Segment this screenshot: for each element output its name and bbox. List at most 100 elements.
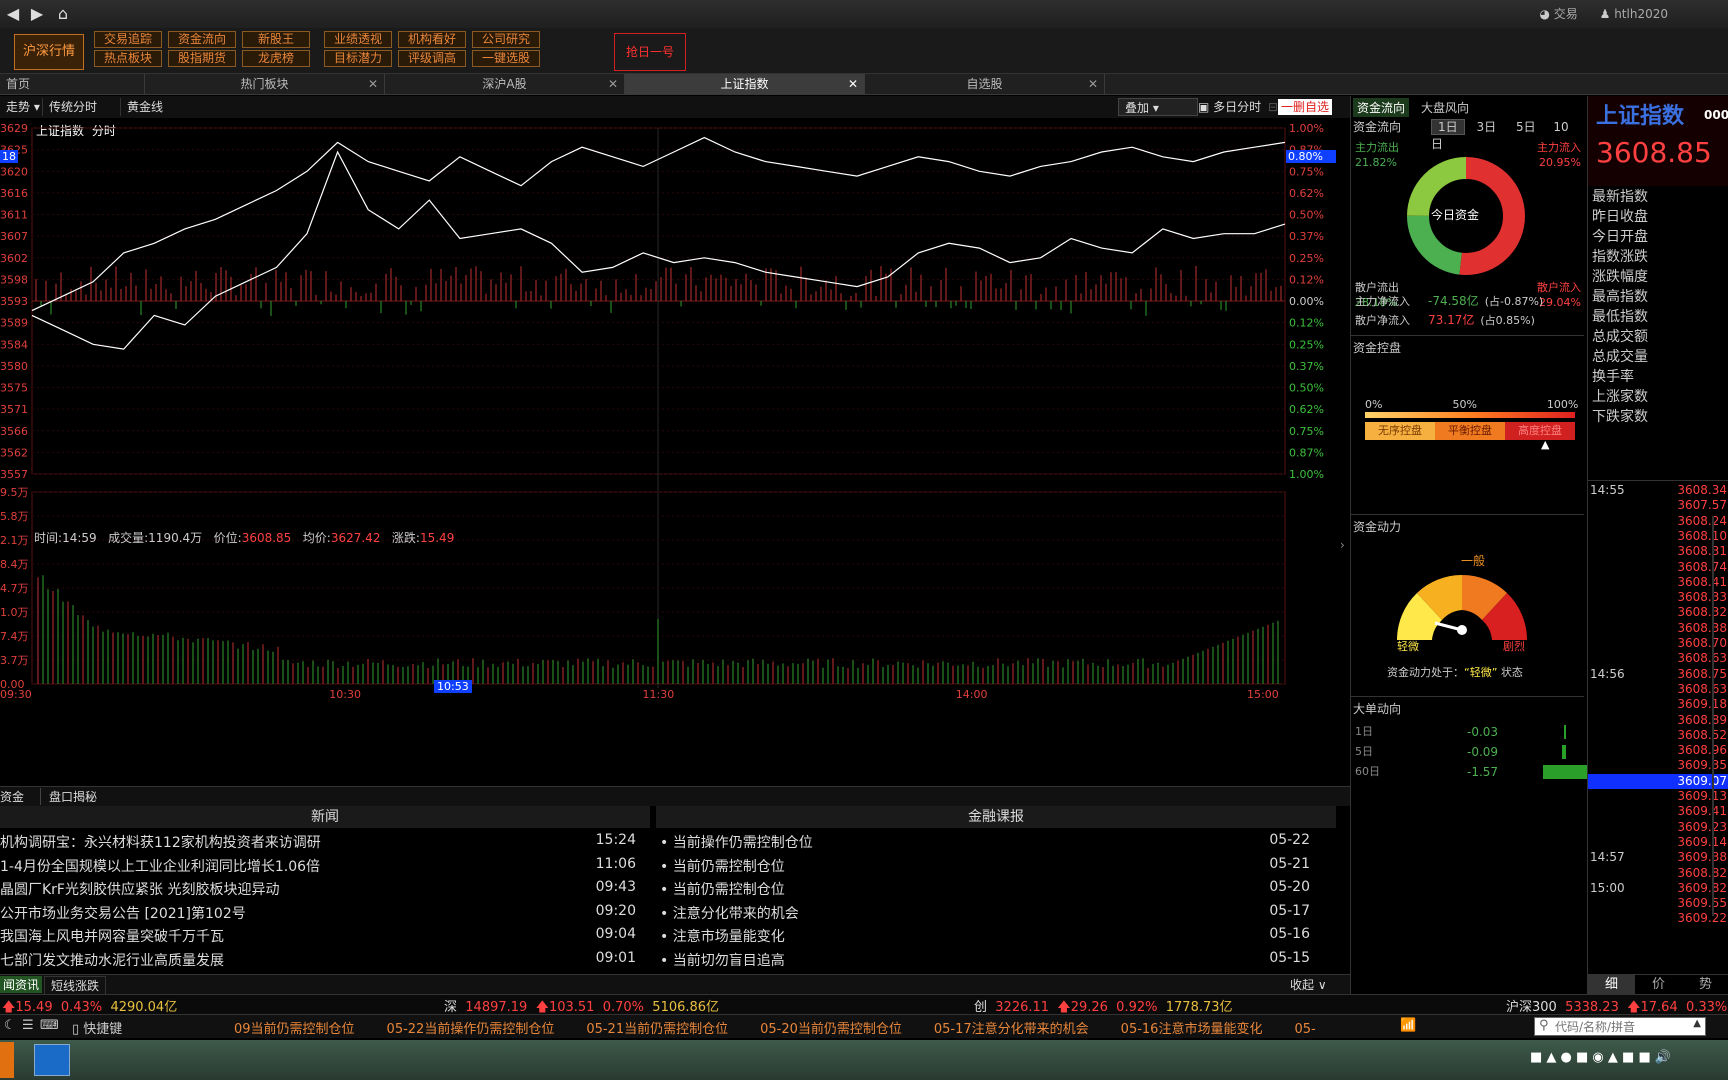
chart-svg[interactable]: 36291.00%36250.87%36200.75%36160.62%3611… — [0, 118, 1350, 786]
news-item[interactable]: 公开市场业务交易公告 [2021]第102号 09:20 — [0, 903, 650, 925]
menu-futures[interactable]: 股指期货 — [168, 50, 236, 67]
report-item[interactable]: • 当前仍需控制仓位 05-20 — [660, 879, 1320, 901]
trade-icon[interactable]: ◕ — [1539, 7, 1549, 21]
tick-row: 3608.31 — [1677, 544, 1727, 559]
menu-one-click-pick[interactable]: 一键选股 — [472, 50, 540, 67]
user-name[interactable]: htlh2020 — [1614, 7, 1668, 21]
trend-dropdown[interactable]: 走势 ▾ — [0, 98, 46, 116]
quote-field-label: 最新指数 — [1592, 189, 1648, 205]
multi-day-toggle[interactable]: ▣ 多日分时 — [1192, 98, 1267, 116]
red-promo-button[interactable]: 抢日一号 — [614, 33, 686, 71]
ticker-item[interactable]: 05-21当前仍需控制仓位 — [586, 1022, 728, 1037]
quote-field-label: 总成交量 — [1592, 349, 1648, 365]
tab-sh-index[interactable]: 上证指数 ✕ — [625, 74, 865, 94]
menu-new-stock[interactable]: 新股王 — [242, 31, 310, 48]
ticker-item[interactable]: 05- — [1294, 1022, 1315, 1037]
menu-performance[interactable]: 业绩透视 — [324, 31, 392, 48]
close-icon[interactable]: ✕ — [848, 74, 858, 94]
forward-icon[interactable]: ▶ — [26, 4, 48, 24]
expand-arrow-icon[interactable]: › — [1340, 538, 1345, 552]
report-header: 金融课报 — [656, 806, 1336, 828]
y-tick-label: 3571 — [0, 403, 28, 416]
news-area: 资金 盘口揭秘 新闻 金融课报 机构调研宝：永兴材料获112家机构投资者来访调研… — [0, 786, 1350, 995]
hs-market-button[interactable]: 沪深行情 — [14, 34, 84, 70]
chart-info-line: 时间:14:59 成交量:1190.4万 价位:3608.85 均价:3627.… — [34, 531, 455, 545]
tab-short-term[interactable]: 短线涨跌 — [44, 976, 107, 995]
tick-scrollbar[interactable] — [1712, 516, 1714, 916]
ticker-item[interactable]: 09当前仍需控制仓位 — [234, 1022, 355, 1037]
search-icon: ⚲ — [1539, 1018, 1549, 1033]
news-item[interactable]: 七部门发文推动水泥行业高质量发展 09:01 — [0, 950, 650, 972]
app-taskbar-icon[interactable] — [34, 1044, 70, 1076]
ticker-item[interactable]: 05-17注意分化带来的机会 — [934, 1022, 1089, 1037]
tab-market-wind[interactable]: 大盘风向 — [1417, 98, 1473, 117]
tab-capital-flow[interactable]: 资金流向 — [1353, 98, 1410, 117]
period-5d[interactable]: 5日 — [1508, 120, 1544, 134]
tab-price[interactable]: 价 — [1635, 975, 1682, 994]
menu-trade-track[interactable]: 交易追踪 — [94, 31, 162, 48]
tab-news[interactable]: 闻资讯 — [0, 976, 43, 993]
menu-target-potential[interactable]: 目标潜力 — [324, 50, 392, 67]
tab-trend[interactable]: 势 — [1682, 975, 1728, 994]
news-item[interactable]: 机构调研宝：永兴材料获112家机构投资者来访调研 15:24 — [0, 832, 650, 854]
moon-icon[interactable]: ☾ — [4, 1018, 16, 1033]
menu-rating-up[interactable]: 评级调高 — [398, 50, 466, 67]
ticker-scroll[interactable]: 09当前仍需控制仓位 05-22当前操作仍需控制仓位 05-21当前仍需控制仓位 05… — [234, 1018, 1394, 1038]
tab-handicap[interactable]: 盘口揭秘 — [40, 788, 97, 805]
tick-list: 14:55 3608.34 3607.57 3608.24 3608.10 3608.31… — [1588, 482, 1728, 990]
keyboard-icon[interactable]: ⌨ — [40, 1018, 59, 1033]
menu-dragon-tiger[interactable]: 龙虎榜 — [242, 50, 310, 67]
menu-hot-sector[interactable]: 热点板块 — [94, 50, 162, 67]
tab-home[interactable]: 首页 — [0, 74, 145, 94]
tab-detail[interactable]: 细 — [1588, 975, 1635, 994]
close-icon[interactable]: ✕ — [368, 74, 378, 94]
menu-company-research[interactable]: 公司研究 — [472, 31, 540, 48]
menu-capital-flow[interactable]: 资金流向 — [168, 31, 236, 48]
close-icon[interactable]: ✕ — [1088, 74, 1098, 94]
traditional-button[interactable]: 传统分时 — [42, 98, 103, 116]
report-item[interactable]: • 当前切勿盲目追高 05-15 — [660, 950, 1320, 972]
pct-tick-label: 1.00% — [1289, 468, 1324, 481]
tab-watchlist[interactable]: 自选股 ✕ — [865, 74, 1105, 94]
tray-icons[interactable]: ■ ▲ ● ■ ◉ ▲ ■ ■ 🔊 — [1530, 1050, 1671, 1065]
period-1d[interactable]: 1日 — [1431, 119, 1465, 135]
news-item[interactable]: 1-4月份全国规模以上工业企业利润同比增长1.06倍 11:06 — [0, 856, 650, 878]
ticker-item[interactable]: 05-16注意市场量能变化 — [1121, 1022, 1263, 1037]
report-item[interactable]: • 注意分化带来的机会 05-17 — [660, 903, 1320, 925]
close-icon[interactable]: ✕ — [608, 74, 618, 94]
delete-watchlist-button[interactable]: 一删自选 — [1278, 99, 1333, 115]
tab-a-shares[interactable]: 深沪A股 ✕ — [385, 74, 625, 94]
overlay-dropdown[interactable]: 叠加 ▾ — [1118, 98, 1198, 116]
trade-link[interactable]: 交易 — [1554, 7, 1578, 21]
big-order-list: 1日 -0.03 5日 -0.09 60日 -1.57 — [1355, 722, 1588, 782]
report-item[interactable]: • 当前仍需控制仓位 05-21 — [660, 856, 1320, 878]
back-icon[interactable]: ◀ — [2, 4, 24, 24]
collapse-button[interactable]: 收起 ∨ — [1290, 976, 1327, 993]
report-item[interactable]: • 注意市场量能变化 05-16 — [660, 926, 1320, 948]
home-icon[interactable]: ⌂ — [52, 4, 74, 24]
report-item[interactable]: • 当前操作仍需控制仓位 05-22 — [660, 832, 1320, 854]
news-item[interactable]: 晶圆厂KrF光刻胶供应紧张 光刻胶板块迎异动 09:43 — [0, 879, 650, 901]
y-tick-label: 3607 — [0, 230, 28, 243]
ticker-item[interactable]: 05-22当前操作仍需控制仓位 — [387, 1022, 555, 1037]
search-box[interactable]: ⚲ ▲ — [1534, 1017, 1706, 1036]
pct-tick-label: 0.37% — [1289, 230, 1324, 243]
menu-institution[interactable]: 机构看好 — [398, 31, 466, 48]
tab-hot-sector[interactable]: 热门板块 ✕ — [145, 74, 385, 94]
intraday-chart[interactable]: 上证指数 分时 36291.00%36250.87%36200.75%36160… — [0, 118, 1350, 786]
golden-line-button[interactable]: 黄金线 — [120, 98, 169, 116]
menu-icon[interactable]: ☰ — [22, 1018, 34, 1033]
ticker-item[interactable]: 05-20当前仍需控制仓位 — [760, 1022, 902, 1037]
period-3d[interactable]: 3日 — [1468, 120, 1504, 134]
search-dropdown-icon[interactable]: ▲ — [1693, 1018, 1701, 1029]
user-icon[interactable]: ♟ — [1600, 7, 1611, 21]
quick-key[interactable]: ▯ 快捷键 — [72, 1018, 122, 1037]
search-input[interactable] — [1555, 1019, 1685, 1034]
start-icon[interactable] — [0, 1042, 14, 1078]
pct-tick-label: 1.00% — [1289, 122, 1324, 135]
tick-row: 3609.07 — [1588, 773, 1728, 789]
news-item[interactable]: 我国海上风电并网容量突破千万千瓦 09:04 — [0, 926, 650, 948]
tab-capital[interactable]: 资金 — [0, 788, 24, 805]
tick-row: 3607.57 — [1677, 498, 1727, 513]
tick-row: 3608.63 — [1677, 681, 1727, 696]
